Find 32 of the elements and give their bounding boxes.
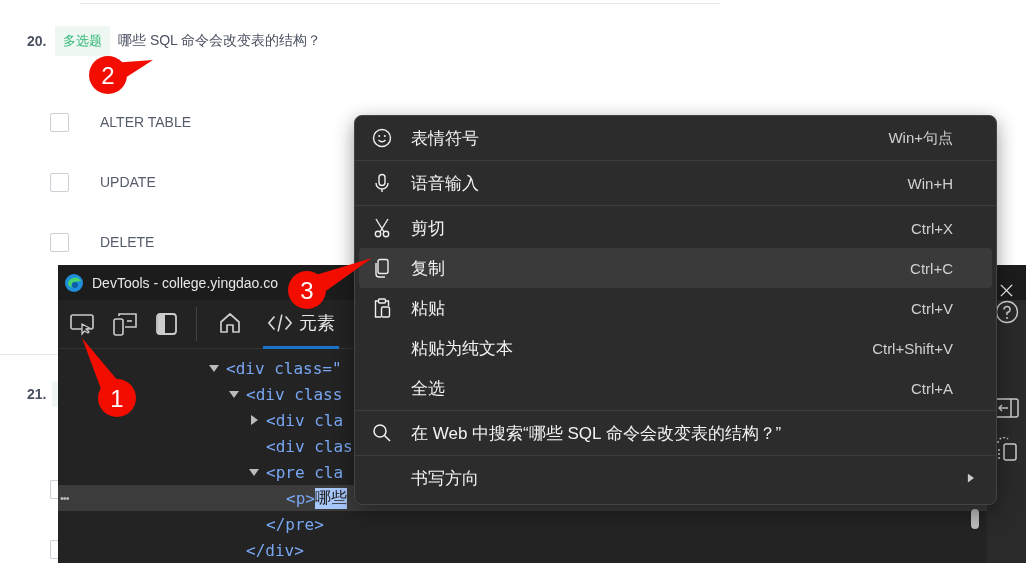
option-label: DELETE [100,234,155,250]
shortcut-text: Ctrl+X [910,219,953,237]
html-code[interactable]: <div cla [266,410,344,430]
option-label: ALTER TABLE [100,114,192,130]
question-text: 哪些 SQL 命令会改变表的结构？ [118,32,322,50]
question-type-tag: 多选题 [55,26,110,56]
menu-item[interactable]: 在 Web 中搜索“哪些 SQL 命令会改变表的结构？” [359,413,992,453]
html-code[interactable]: </div> [246,540,304,560]
menu-item[interactable]: 表情符号 Win+句点 [359,118,992,158]
menu-item[interactable]: 全选 Ctrl+A [359,368,992,408]
html-code[interactable]: <div clas [266,436,353,456]
more-button[interactable]: ••• [60,492,69,504]
shortcut-text: Ctrl+A [910,379,953,397]
html-code[interactable]: </pre> [266,514,324,534]
shortcut-text: Win+H [907,174,953,192]
shortcut-text: Win+句点 [888,128,953,148]
menu-item[interactable]: 粘贴为纯文本 Ctrl+Shift+V [359,328,992,368]
menu-item[interactable]: 剪切 Ctrl+X [359,208,992,248]
shortcut-text: Ctrl+Shift+V [872,339,953,357]
shortcut-text: Ctrl+C [910,259,953,277]
menu-item[interactable]: 语音输入 Win+H [359,163,992,203]
question-number: 20. [27,33,47,49]
menu-item[interactable]: 复制 Ctrl+C [359,248,992,288]
html-tag: <p> [286,488,315,508]
menu-item[interactable]: 书写方向 [359,458,992,498]
question-number: 21. [27,386,47,402]
html-code[interactable]: <div class [246,384,343,404]
window-title: DevTools - college.yingdao.co [92,274,278,291]
option-label: UPDATE [100,174,156,190]
shortcut-text: Ctrl+V [910,299,953,317]
html-code[interactable]: <div class=" [226,358,342,378]
html-code[interactable]: <pre cla [266,462,344,482]
